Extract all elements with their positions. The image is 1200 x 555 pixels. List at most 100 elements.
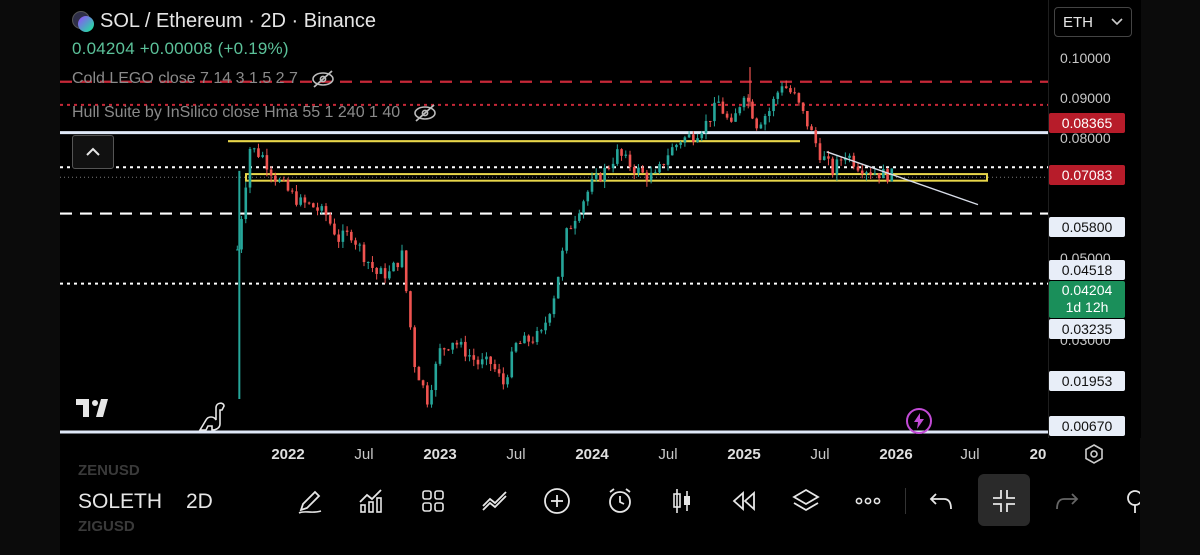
candle-body [755, 118, 758, 129]
timeframe-button[interactable]: 2D [186, 490, 213, 514]
candle-body [590, 178, 594, 192]
candle-body [409, 291, 412, 328]
candle-body [252, 148, 256, 150]
x-tick: Jul [506, 446, 526, 463]
candle-body [350, 231, 353, 241]
candle-body [700, 133, 704, 139]
candle-body [882, 169, 885, 179]
toolbar-divider [905, 488, 906, 514]
trendline [826, 151, 979, 206]
level-label: 0.05800 [1049, 217, 1125, 237]
candle-body [320, 206, 324, 211]
candle-body [856, 166, 860, 171]
more-icon[interactable] [853, 486, 883, 516]
candle-body [683, 137, 687, 143]
candle-body [269, 169, 273, 176]
candle-body [413, 327, 416, 368]
x-tick: 2024 [575, 446, 609, 463]
candle-body [278, 179, 281, 182]
axis-settings-icon[interactable] [1080, 442, 1108, 466]
candle-body [742, 97, 746, 108]
indicator-label: Hull Suite by InSilico close Hma 55 1 24… [72, 104, 401, 121]
candle-body [307, 202, 311, 204]
candle-body [835, 159, 839, 175]
candle-body [248, 148, 252, 188]
chart-area[interactable] [60, 0, 1048, 438]
y-tick: 0.09000 [1060, 90, 1111, 106]
undo-icon[interactable] [926, 486, 956, 516]
candle-body [839, 159, 843, 161]
candle-body [468, 355, 471, 357]
candle-body [464, 341, 467, 357]
candle-body [666, 155, 670, 165]
candle-body [518, 343, 522, 345]
candle-body [869, 172, 872, 175]
last-price-label: 0.04204 1d 12h [1049, 281, 1125, 318]
chevron-down-icon [1111, 18, 1123, 26]
add-icon[interactable] [542, 486, 572, 516]
x-tick: 2022 [271, 446, 305, 463]
candle-body [459, 341, 463, 345]
candle-body [527, 335, 530, 342]
candle-body [324, 206, 328, 216]
currency-select[interactable]: ETH [1054, 7, 1132, 37]
candle-body [383, 268, 387, 279]
candle-body [523, 335, 526, 344]
candle-body [535, 331, 539, 343]
candle-body [594, 173, 598, 179]
candle-body [286, 180, 290, 191]
fullscreen-exit-icon[interactable] [989, 486, 1019, 516]
indicator-cold-lego[interactable]: Cold LEGO close 7 14 3 1.5 2 7 [72, 70, 336, 88]
candle-body [392, 262, 395, 272]
price-chart[interactable] [60, 0, 1048, 438]
candle-body [345, 230, 349, 232]
candle-body [810, 126, 813, 131]
alert-icon[interactable] [605, 486, 635, 516]
candle-body [772, 98, 775, 112]
candle-body [573, 220, 577, 229]
candle-body [417, 367, 421, 381]
candle-body [751, 101, 754, 119]
flash-icon[interactable] [904, 406, 934, 436]
account-icon[interactable] [1120, 486, 1140, 516]
eye-off-icon[interactable] [412, 104, 438, 122]
redo-icon[interactable] [1052, 486, 1082, 516]
candle-body [299, 197, 302, 205]
candle-body [645, 172, 649, 181]
symbol-button[interactable]: SOLETH [78, 490, 162, 514]
candle-body [257, 148, 260, 157]
indicators-icon[interactable] [356, 486, 386, 516]
candle-body [886, 169, 889, 182]
symbol-title[interactable]: SOL / Ethereum · 2D · Binance [100, 10, 376, 33]
chevron-up-icon [86, 147, 100, 156]
time-axis[interactable]: 2022 Jul 2023 Jul 2024 Jul 2025 Jul 2026… [60, 438, 1048, 470]
x-tick: Jul [960, 446, 980, 463]
candle-body [455, 342, 459, 345]
candle-body [540, 330, 543, 332]
layers-icon[interactable] [791, 486, 821, 516]
eye-off-icon[interactable] [310, 70, 336, 88]
level-label: 0.03235 [1049, 319, 1125, 339]
bottom-toolbar: ZENUSD SOLETH ZIGUSD 2D [60, 462, 1140, 535]
candle-body [261, 155, 264, 157]
layout-icon[interactable] [418, 486, 448, 516]
candle-body [637, 167, 640, 174]
candle-body [603, 167, 606, 182]
app-frame: SOL / Ethereum · 2D · Binance 0.04204 +0… [0, 0, 1200, 555]
candle-body [582, 201, 585, 214]
candle-body [662, 164, 666, 166]
candle-body [442, 348, 446, 350]
compare-icon[interactable] [480, 486, 510, 516]
level-label: 0.01953 [1049, 371, 1125, 391]
draw-icon[interactable] [295, 486, 325, 516]
chart-type-icon[interactable] [667, 486, 697, 516]
candle-body [784, 86, 788, 89]
replay-icon[interactable] [729, 486, 759, 516]
candle-body [725, 113, 729, 118]
candle-body [607, 167, 611, 169]
collapse-legend-button[interactable] [72, 135, 114, 169]
candle-body [341, 230, 345, 242]
currency-value: ETH [1063, 13, 1093, 31]
candle-body [400, 250, 404, 268]
indicator-hull-suite[interactable]: Hull Suite by InSilico close Hma 55 1 24… [72, 104, 438, 122]
